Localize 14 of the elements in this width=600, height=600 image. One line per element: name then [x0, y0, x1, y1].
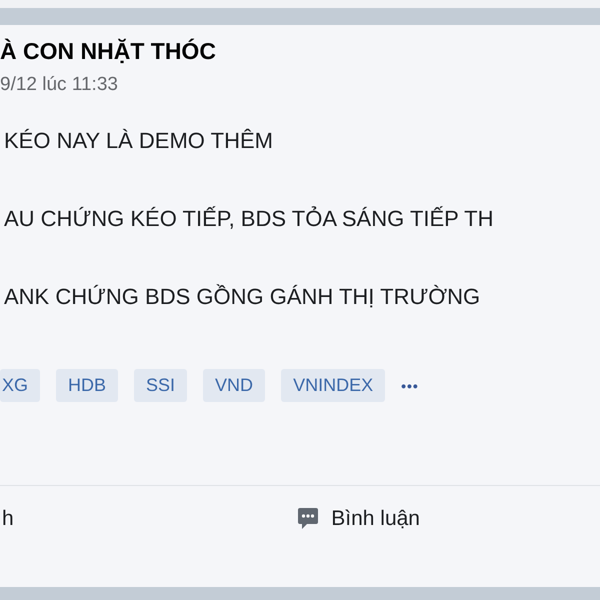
post-text: KÉO NAY LÀ DEMO THÊM: [4, 127, 273, 155]
tag-link[interactable]: VNINDEX: [281, 369, 386, 402]
tag-link[interactable]: SSI: [134, 369, 188, 402]
like-button[interactable]: h: [0, 507, 14, 531]
comment-icon: [297, 507, 320, 531]
more-tags-button[interactable]: •••: [401, 378, 419, 394]
author-name[interactable]: À CON NHẶT THÓC: [0, 35, 216, 67]
tag-link[interactable]: HDB: [56, 369, 118, 402]
post-timestamp[interactable]: 9/12 lúc 11:33: [0, 73, 118, 97]
post-text: AU CHỨNG KÉO TIẾP, BDS TỎA SÁNG TIẾP TH: [4, 205, 494, 233]
tag-link[interactable]: XG: [0, 369, 40, 402]
tag-link[interactable]: VND: [203, 369, 266, 402]
comment-button[interactable]: Bình luận: [297, 507, 420, 531]
post-text: ANK CHỨNG BDS GỒNG GÁNH THỊ TRƯỜNG: [4, 283, 480, 311]
